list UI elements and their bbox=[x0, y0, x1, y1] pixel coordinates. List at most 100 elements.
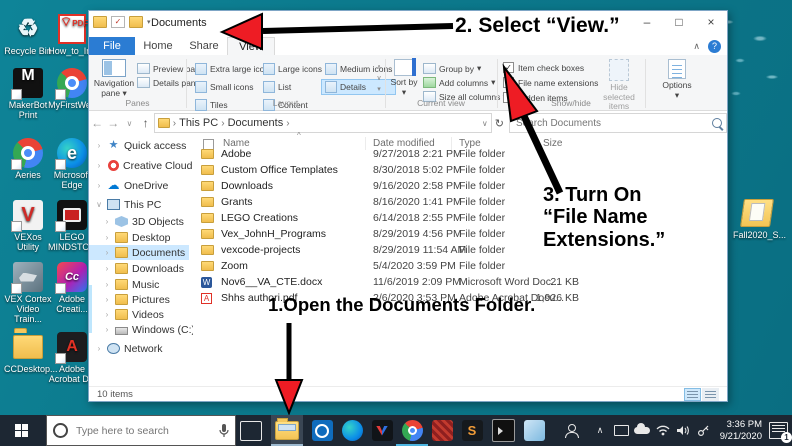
taskbar-synergy[interactable]: S bbox=[456, 415, 488, 446]
sidebar-item-documents[interactable]: ›Documents bbox=[89, 245, 189, 260]
item-check-boxes-checkbox[interactable]: ✓Item check boxes bbox=[503, 62, 598, 73]
tray-onedrive-icon[interactable] bbox=[632, 415, 652, 446]
expand-icon[interactable]: › bbox=[95, 141, 103, 150]
tab-view[interactable]: View bbox=[227, 37, 275, 55]
options-button[interactable]: Options▾ bbox=[657, 59, 697, 100]
tray-wifi-icon[interactable] bbox=[654, 415, 672, 446]
vexcode-icon bbox=[372, 420, 393, 441]
sidebar-item-downloads[interactable]: ›Downloads bbox=[89, 261, 189, 276]
navigation-pane-icon bbox=[102, 59, 126, 77]
tray-expand-icon[interactable]: ∧ bbox=[592, 415, 608, 446]
collapse-ribbon-icon[interactable]: ∧ bbox=[693, 41, 700, 52]
taskbar-clock[interactable]: 3:36 PM 9/21/2020 bbox=[700, 419, 762, 442]
desktop-icon-vex-cortex[interactable]: VEX Cortex Video Train... bbox=[4, 262, 52, 324]
taskbar-people[interactable] bbox=[556, 415, 588, 446]
taskbar-blue-app[interactable] bbox=[518, 415, 550, 446]
title-bar[interactable]: ✓ ▾ Documents – □ × bbox=[89, 11, 727, 37]
taskbar-vexcode[interactable] bbox=[366, 415, 398, 446]
new-folder-icon[interactable] bbox=[129, 16, 143, 28]
details-view-button[interactable] bbox=[684, 388, 701, 401]
start-button[interactable] bbox=[0, 415, 44, 446]
recent-locations-icon[interactable]: ∨ bbox=[121, 119, 137, 128]
expand-icon[interactable]: › bbox=[95, 181, 103, 190]
help-icon[interactable]: ? bbox=[708, 40, 721, 53]
expand-icon[interactable]: › bbox=[103, 264, 111, 273]
desktop-icon-aeries[interactable]: Aeries bbox=[4, 138, 52, 180]
table-row[interactable]: Zoom5/4/2020 3:59 PMFile folder bbox=[193, 259, 727, 274]
taskbar-search-input[interactable] bbox=[74, 424, 213, 438]
back-icon[interactable]: ← bbox=[89, 116, 105, 130]
expand-icon[interactable]: › bbox=[103, 233, 111, 242]
action-center-icon[interactable]: 1 bbox=[769, 422, 788, 439]
breadcrumb-documents[interactable]: Documents bbox=[228, 117, 284, 129]
layout-scrollbar[interactable]: ∧∨▾ bbox=[373, 63, 385, 93]
desktop-icon-recycle-bin[interactable]: ♻ Recycle Bin bbox=[4, 14, 52, 56]
tab-home[interactable]: Home bbox=[135, 37, 181, 55]
properties-icon[interactable]: ✓ bbox=[111, 16, 125, 28]
layout-list[interactable]: List bbox=[259, 79, 326, 95]
search-box[interactable] bbox=[509, 113, 727, 133]
sort-by-button[interactable]: Sort by ▾ bbox=[389, 59, 419, 97]
expand-icon[interactable]: › bbox=[103, 280, 111, 289]
maximize-button[interactable]: □ bbox=[663, 11, 695, 35]
taskbar-search[interactable] bbox=[46, 415, 236, 446]
refresh-icon[interactable]: ↻ bbox=[492, 117, 507, 130]
table-row[interactable]: Adobe9/27/2018 2:21 PMFile folder bbox=[193, 147, 727, 162]
table-row[interactable]: WNov6__VA_CTE.docx11/6/2019 2:09 PMMicro… bbox=[193, 275, 727, 290]
folder-icon bbox=[201, 213, 214, 223]
taskbar-red-app[interactable] bbox=[426, 415, 458, 446]
nav-scrollbar[interactable] bbox=[89, 285, 92, 333]
file-name-extensions-checkbox[interactable]: ✓File name extensions bbox=[503, 77, 598, 88]
sidebar-item-pictures[interactable]: ›Pictures bbox=[89, 292, 189, 307]
sidebar-item-music[interactable]: ›Music bbox=[89, 277, 189, 292]
sidebar-item-videos[interactable]: ›Videos bbox=[89, 307, 189, 322]
expand-icon[interactable]: › bbox=[95, 161, 103, 170]
sidebar-item-3d-objects[interactable]: ›3D Objects bbox=[89, 214, 189, 229]
taskbar-command-prompt[interactable] bbox=[487, 415, 519, 446]
expand-icon[interactable]: › bbox=[103, 248, 111, 257]
qat-dropdown-icon[interactable]: ▾ bbox=[147, 18, 151, 26]
task-view-icon[interactable] bbox=[240, 421, 262, 441]
breadcrumb-this-pc[interactable]: This PC bbox=[179, 117, 218, 129]
address-dropdown-icon[interactable]: ∨ bbox=[482, 119, 488, 128]
sidebar-item-onedrive[interactable]: ›☁OneDrive bbox=[89, 178, 189, 193]
desktop-icon-makerbot-print[interactable]: M MakerBot Print bbox=[4, 68, 52, 120]
minimize-button[interactable]: – bbox=[631, 11, 663, 35]
sidebar-item-this-pc[interactable]: ∨This PC bbox=[89, 197, 189, 212]
taskbar-outlook[interactable] bbox=[306, 415, 338, 446]
sidebar-item-desktop[interactable]: ›Desktop bbox=[89, 230, 189, 245]
expand-icon[interactable]: › bbox=[103, 310, 111, 319]
sidebar-item-windows-c[interactable]: ›Windows (C:) bbox=[89, 322, 189, 337]
navigation-pane-button[interactable]: Navigation pane ▾ bbox=[93, 59, 135, 98]
thumbnails-view-button[interactable] bbox=[702, 388, 719, 401]
forward-icon[interactable]: → bbox=[105, 116, 121, 130]
search-input[interactable] bbox=[514, 117, 712, 130]
collapse-icon[interactable]: ∨ bbox=[95, 200, 103, 209]
close-button[interactable]: × bbox=[695, 11, 727, 35]
expand-icon[interactable]: › bbox=[103, 217, 111, 226]
search-icon[interactable] bbox=[712, 118, 722, 128]
tab-share[interactable]: Share bbox=[181, 37, 227, 55]
desktop-icon-ccdesktop[interactable]: CCDesktop... bbox=[4, 332, 52, 374]
desktop-icon-vexos-utility[interactable]: V VEXos Utility bbox=[4, 200, 52, 252]
taskbar-edge[interactable] bbox=[336, 415, 368, 446]
microphone-icon[interactable] bbox=[219, 424, 229, 438]
tray-volume-icon[interactable] bbox=[674, 415, 692, 446]
chrome-icon bbox=[57, 68, 87, 98]
tab-file[interactable]: File bbox=[89, 37, 135, 55]
taskbar-chrome[interactable] bbox=[396, 415, 428, 446]
outlook-icon bbox=[312, 420, 333, 441]
desktop-icon-fall2020[interactable]: Fall2020_S... bbox=[733, 198, 781, 240]
sidebar-item-network[interactable]: ›Network bbox=[89, 341, 189, 356]
breadcrumb[interactable]: › This PC › Documents › ∨ bbox=[154, 113, 492, 133]
expand-icon[interactable]: › bbox=[103, 295, 111, 304]
taskbar-file-explorer[interactable] bbox=[271, 415, 303, 446]
tray-device-icon[interactable] bbox=[612, 415, 630, 446]
sidebar-item-quick-access[interactable]: ›★Quick access bbox=[89, 138, 189, 153]
sidebar-item-creative-cloud[interactable]: ›Creative Cloud Files bbox=[89, 158, 189, 173]
up-icon[interactable]: ↑ bbox=[138, 116, 154, 130]
expand-icon[interactable]: › bbox=[95, 344, 103, 353]
expand-icon[interactable]: › bbox=[103, 325, 111, 334]
table-row[interactable]: Custom Office Templates8/30/2018 5:02 PM… bbox=[193, 163, 727, 178]
layout-large-icons[interactable]: Large icons bbox=[259, 61, 326, 77]
